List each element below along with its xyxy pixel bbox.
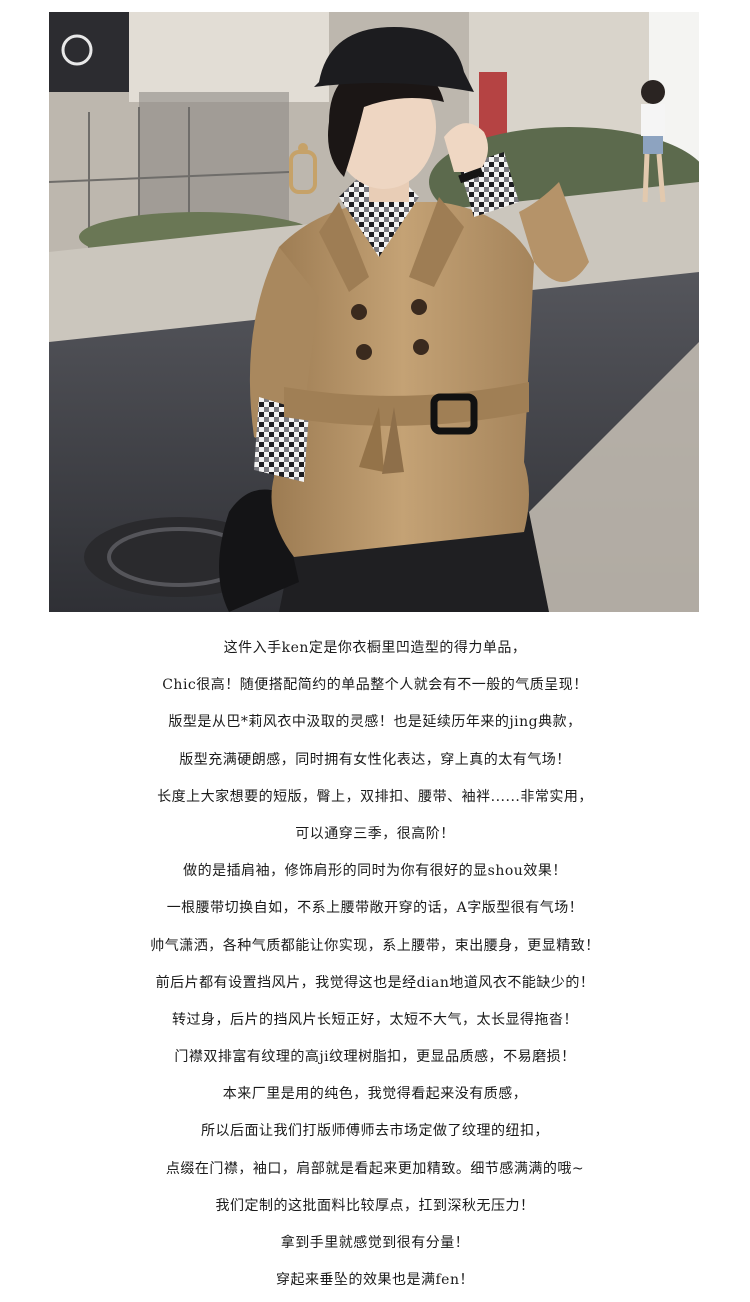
description-line: 这件入手ken定是你衣橱里凹造型的得力单品， <box>223 640 527 656</box>
description-line: 拿到手里就感觉到很有分量！ <box>280 1235 470 1251</box>
description-line: 我们定制的这批面料比较厚点，扛到深秋无压力！ <box>215 1197 535 1214</box>
description-line: 帅气潇洒，各种气质都能让你实现，系上腰带，束出腰身，更显精致！ <box>150 937 600 954</box>
description-line: 版型充满硬朗感，同时拥有女性化表达，穿上真的太有气场！ <box>179 751 571 768</box>
description-line: 做的是插肩袖，修饰肩形的同时为你有很好的显shou效果！ <box>183 863 567 880</box>
description-line: 点缀在门襟，袖口，肩部就是看起来更加精致。细节感满满的哦~ <box>165 1160 585 1177</box>
description-line: 版型是从巴*莉风衣中汲取的灵感！也是延续历年来的jing典款， <box>168 714 582 731</box>
description-line: 本来厂里是用的纯色，我觉得看起来没有质感， <box>222 1086 528 1103</box>
description-line: 长度上大家想要的短版，臀上，双排扣、腰带、袖袢......非常实用， <box>157 788 593 805</box>
description-line: 门襟双排富有纹理的高ji纹理树脂扣，更显品质感，不易磨损！ <box>174 1049 576 1066</box>
description-line: 一根腰带切换自如，不系上腰带敞开穿的话，A字版型很有气场！ <box>166 900 584 917</box>
description-line: 所以后面让我们打版师傅师去市场定做了纹理的纽扣， <box>201 1123 549 1140</box>
description-line: 前后片都有设置挡风片，我觉得这也是经dian地道风衣不能缺少的！ <box>155 974 595 991</box>
description-line: Chic很高！随便搭配简约的单品整个人就会有不一般的气质呈现！ <box>162 677 588 694</box>
description-line: 可以通穿三季，很高阶！ <box>295 825 455 842</box>
product-description: 这件入手ken定是你衣橱里凹造型的得力单品， Chic很高！随便搭配简约的单品整… <box>0 630 750 1299</box>
product-photo-illustration <box>49 12 699 612</box>
description-line: 转过身，后片的挡风片长短正好，太短不大气，太长显得拖沓！ <box>172 1011 578 1028</box>
product-photo <box>49 12 699 612</box>
description-line: 穿起来垂坠的效果也是满fen！ <box>276 1272 474 1289</box>
